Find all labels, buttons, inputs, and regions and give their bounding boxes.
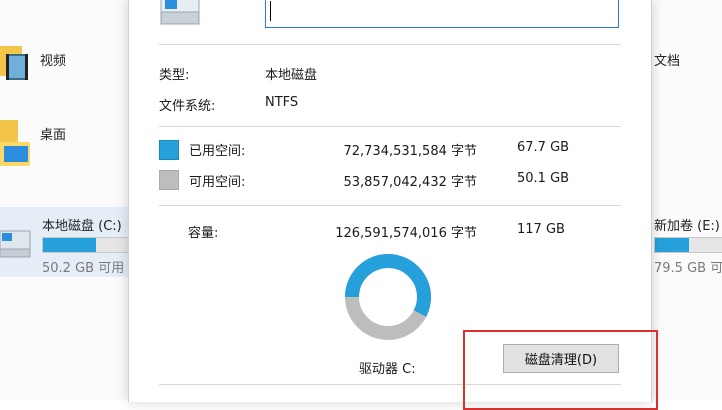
drive-label: 本地磁盘 (C:)	[42, 219, 122, 234]
drive-free-text: 79.5 GB 可用	[654, 261, 722, 276]
drive-name-input[interactable]	[265, 0, 619, 28]
separator	[159, 44, 621, 45]
highlight-annotation-box	[463, 330, 658, 410]
free-space-swatch	[159, 170, 179, 190]
used-space-label: 已用空间:	[189, 144, 246, 159]
folder-label: 视频	[40, 54, 67, 69]
drive-usage-fill	[43, 238, 96, 252]
separator	[159, 126, 621, 127]
type-label: 类型:	[159, 68, 190, 83]
text-caret	[270, 1, 271, 21]
used-space-swatch	[159, 140, 179, 160]
used-space-bytes: 72,734,531,584 字节	[343, 144, 477, 159]
free-space-gb: 50.1 GB	[517, 171, 570, 186]
drive-usage-bar	[42, 237, 132, 253]
drive-item-c[interactable]: 本地磁盘 (C:) 50.2 GB 可用	[0, 207, 132, 277]
desktop-folder-icon	[0, 120, 30, 166]
capacity-bytes: 126,591,574,016 字节	[335, 226, 477, 241]
usage-donut-chart	[345, 254, 431, 340]
video-folder-icon	[0, 46, 28, 80]
free-space-bytes: 53,857,042,432 字节	[343, 175, 477, 190]
drive-usage-bar	[654, 237, 722, 253]
drive-icon	[160, 0, 200, 25]
drive-label: 新加卷 (E:)	[654, 219, 720, 234]
type-value: 本地磁盘	[265, 68, 318, 83]
capacity-gb: 117 GB	[517, 222, 565, 237]
folder-label: 文档	[654, 54, 681, 69]
separator	[159, 205, 621, 206]
drive-free-text: 50.2 GB 可用	[42, 261, 125, 276]
filesystem-label: 文件系统:	[159, 99, 216, 114]
drive-item-e[interactable]: 新加卷 (E:) 79.5 GB 可用	[652, 207, 722, 277]
capacity-label: 容量:	[188, 226, 219, 241]
free-space-label: 可用空间:	[189, 175, 246, 190]
used-space-gb: 67.7 GB	[517, 140, 570, 155]
drive-usage-fill	[655, 238, 689, 252]
drive-caption: 驱动器 C:	[359, 362, 416, 377]
folder-label: 桌面	[40, 128, 67, 143]
local-disk-icon	[0, 230, 31, 258]
filesystem-value: NTFS	[265, 95, 299, 110]
